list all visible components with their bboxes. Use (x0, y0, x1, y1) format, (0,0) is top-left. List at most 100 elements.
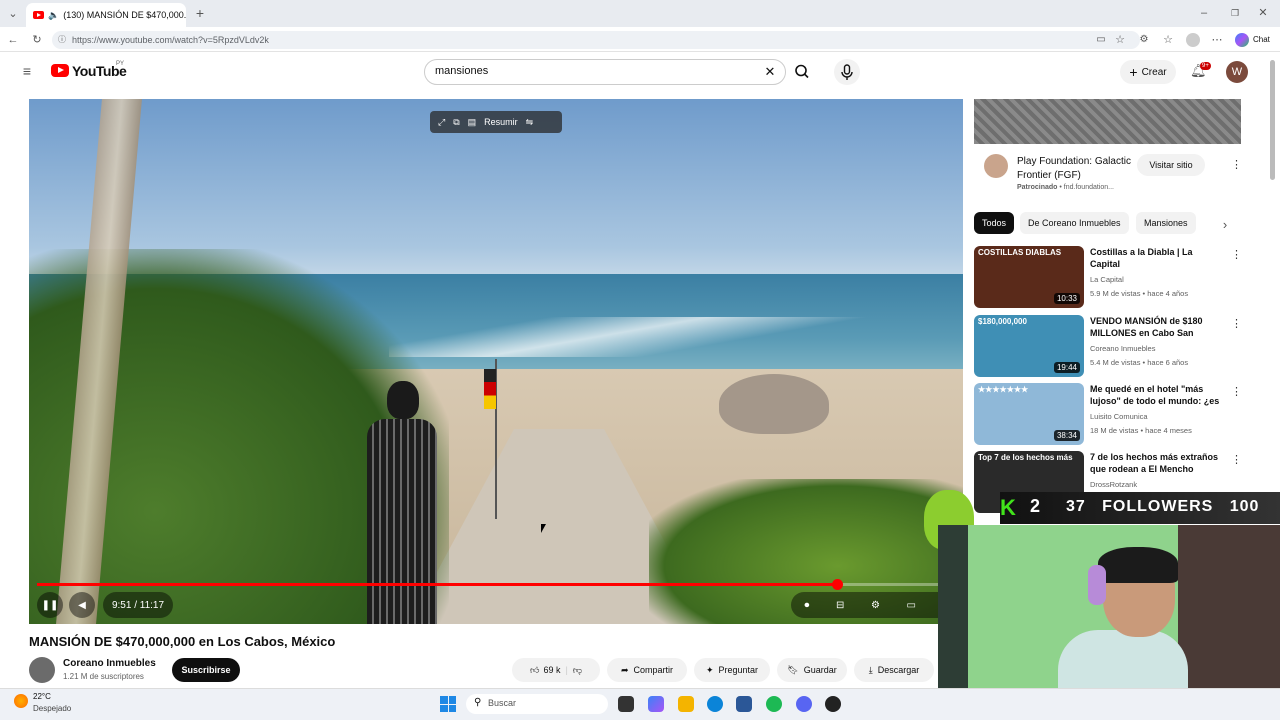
voice-search-button[interactable] (834, 59, 860, 85)
discord-icon[interactable] (796, 696, 812, 712)
subtitles-icon[interactable]: ⊟ (836, 600, 844, 611)
ad-avatar[interactable] (984, 154, 1008, 178)
chips-next-icon[interactable]: › (1219, 218, 1231, 232)
channel-avatar[interactable] (29, 657, 55, 683)
more-options-icon[interactable]: ⋮ (1231, 453, 1242, 466)
reload-icon[interactable]: ↻ (30, 33, 44, 47)
theater-mode-icon[interactable]: ▭ (907, 600, 916, 611)
copilot-taskbar-icon[interactable] (648, 696, 664, 712)
ad-banner-image[interactable] (974, 99, 1241, 144)
recommendation-channel[interactable]: Coreano Inmuebles (1090, 344, 1155, 353)
profile-icon[interactable] (1186, 33, 1200, 47)
bookmark-icon: 🔖︎ (787, 664, 799, 675)
youtube-logo-icon[interactable] (51, 64, 69, 77)
chip-mansiones[interactable]: Mansiones (1136, 212, 1196, 234)
weather-description[interactable]: Despejado (33, 704, 71, 713)
recommendation-title[interactable]: 7 de los hechos más extraños que rodean … (1090, 451, 1225, 475)
create-button[interactable]: + Crear (1120, 60, 1176, 84)
weather-icon[interactable] (14, 694, 28, 708)
task-view-icon[interactable] (618, 696, 634, 712)
reader-icon[interactable]: ▭ (1095, 33, 1107, 47)
ad-more-icon[interactable]: ⋮ (1231, 158, 1242, 171)
translate-icon[interactable]: ⇋ (526, 117, 534, 128)
taskbar-search-input[interactable]: Buscar (466, 694, 608, 714)
dislike-button[interactable]: 👎︎ (573, 665, 582, 676)
minimize-icon[interactable]: – (1197, 6, 1211, 20)
search-button[interactable] (786, 59, 818, 85)
recommendation-thumbnail[interactable]: COSTILLAS DIABLAS 10:33 (974, 246, 1084, 308)
recommendation-title[interactable]: Me quedé en el hotel "más lujoso" de tod… (1090, 383, 1225, 407)
summary-icon[interactable]: ▤ (468, 117, 477, 128)
chat-label[interactable]: Chat (1253, 35, 1270, 44)
pause-button[interactable]: ❚❚ (37, 592, 63, 618)
edge-browser-icon[interactable] (707, 696, 723, 712)
subscribe-button[interactable]: Suscribirse (172, 658, 240, 682)
summary-button[interactable]: Resumir (484, 117, 518, 127)
ad-title[interactable]: Play Foundation: Galactic Frontier (FGF) (1017, 155, 1132, 183)
settings-gear-icon[interactable]: ⚙ (871, 600, 880, 611)
favorite-star-icon[interactable]: ☆ (1114, 33, 1126, 47)
recommendation-channel[interactable]: Luisito Comunica (1090, 412, 1148, 421)
browser-tab[interactable]: 🔈 (130) MANSIÓN DE $470,000... ✕ (26, 3, 186, 27)
chip-todos[interactable]: Todos (974, 212, 1015, 234)
recommendation-thumbnail[interactable]: $180,000,000 19:44 (974, 315, 1084, 377)
spotify-icon[interactable] (766, 696, 782, 712)
ad-meta: Patrocinado • fnd.foundation... (1017, 184, 1115, 191)
video-player[interactable]: ⤢ ⧉ ▤ Resumir ⇋ ❚❚ ◀︎ 9:51 / 11:17 ⏺︎ ⊟ … (29, 99, 963, 624)
save-button[interactable]: 🔖︎ Guardar (777, 658, 847, 682)
create-label: Crear (1141, 66, 1167, 78)
restore-icon[interactable]: ❐ (1228, 6, 1242, 20)
more-options-icon[interactable]: ⋮ (1231, 385, 1242, 398)
page-scrollbar[interactable] (1270, 60, 1275, 180)
visit-site-button[interactable]: Visitar sitio (1137, 154, 1205, 176)
channel-name[interactable]: Coreano Inmuebles (63, 658, 156, 669)
search-input[interactable]: mansiones (424, 59, 786, 85)
menu-icon[interactable]: ≡ (20, 64, 34, 78)
country-code: PY (116, 61, 125, 67)
more-options-icon[interactable]: ⋮ (1231, 248, 1242, 261)
copilot-icon[interactable] (1235, 33, 1249, 47)
speaker-icon[interactable]: 🔈 (48, 10, 59, 21)
volume-button[interactable]: ◀︎ (69, 592, 95, 618)
account-avatar[interactable]: W (1226, 61, 1248, 83)
pip-icon[interactable]: ⧉ (453, 117, 459, 128)
ask-label: Preguntar (718, 665, 759, 675)
expand-icon[interactable]: ⤢ (438, 117, 445, 128)
more-menu-icon[interactable]: ⋯ (1210, 33, 1224, 47)
obs-icon[interactable] (825, 696, 841, 712)
video-duration: 38:34 (1053, 430, 1080, 441)
share-button[interactable]: ➦ Compartir (607, 658, 687, 682)
favorites-bar-icon[interactable]: ☆ (1162, 33, 1174, 47)
clear-search-icon[interactable]: ✕ (763, 65, 777, 79)
more-options-icon[interactable]: ⋮ (1231, 317, 1242, 330)
url-field[interactable]: https://www.youtube.com/watch?v=5RpzdVLd… (52, 31, 1140, 49)
store-icon[interactable] (736, 696, 752, 712)
progress-bar[interactable] (37, 579, 955, 590)
tab-list-icon[interactable]: ⌄ (6, 7, 20, 21)
close-window-icon[interactable]: ✕ (1256, 6, 1270, 20)
notification-badge: 9+ (1200, 62, 1211, 70)
video-duration: 19:44 (1053, 362, 1080, 373)
like-button[interactable]: 👍︎ 69 k (530, 665, 560, 676)
windows-start-icon[interactable] (440, 696, 456, 712)
recommendation-title[interactable]: VENDO MANSIÓN de $180 MILLONES en Cabo S… (1090, 315, 1225, 339)
recommendation-title[interactable]: Costillas a la Diabla | La Capital (1090, 246, 1225, 270)
tab-strip (0, 0, 1280, 27)
new-tab-icon[interactable]: + (193, 6, 207, 20)
ask-button[interactable]: ✦ Preguntar (694, 658, 770, 682)
file-explorer-icon[interactable] (678, 696, 694, 712)
download-button[interactable]: ⤓ Descargar (854, 658, 934, 682)
recommendation-channel[interactable]: DrossRotzank (1090, 480, 1137, 489)
extensions-icon[interactable]: ⚙ (1138, 33, 1150, 47)
video-frame-waves (389, 317, 963, 357)
chip-channel[interactable]: De Coreano Inmuebles (1020, 212, 1129, 234)
site-info-icon[interactable]: ⓘ (57, 33, 67, 47)
weather-temperature[interactable]: 22°C (33, 692, 51, 701)
pause-icon: ❚❚ (41, 599, 59, 611)
autoplay-toggle-icon[interactable]: ⏺︎ (804, 600, 809, 611)
back-icon[interactable]: ← (6, 33, 20, 47)
ad-domain: fnd.foundation... (1063, 184, 1115, 191)
recommendation-thumbnail[interactable]: ★★★★★★★ 38:34 (974, 383, 1084, 445)
mouse-cursor-icon (541, 524, 546, 533)
recommendation-channel[interactable]: La Capital (1090, 275, 1124, 284)
